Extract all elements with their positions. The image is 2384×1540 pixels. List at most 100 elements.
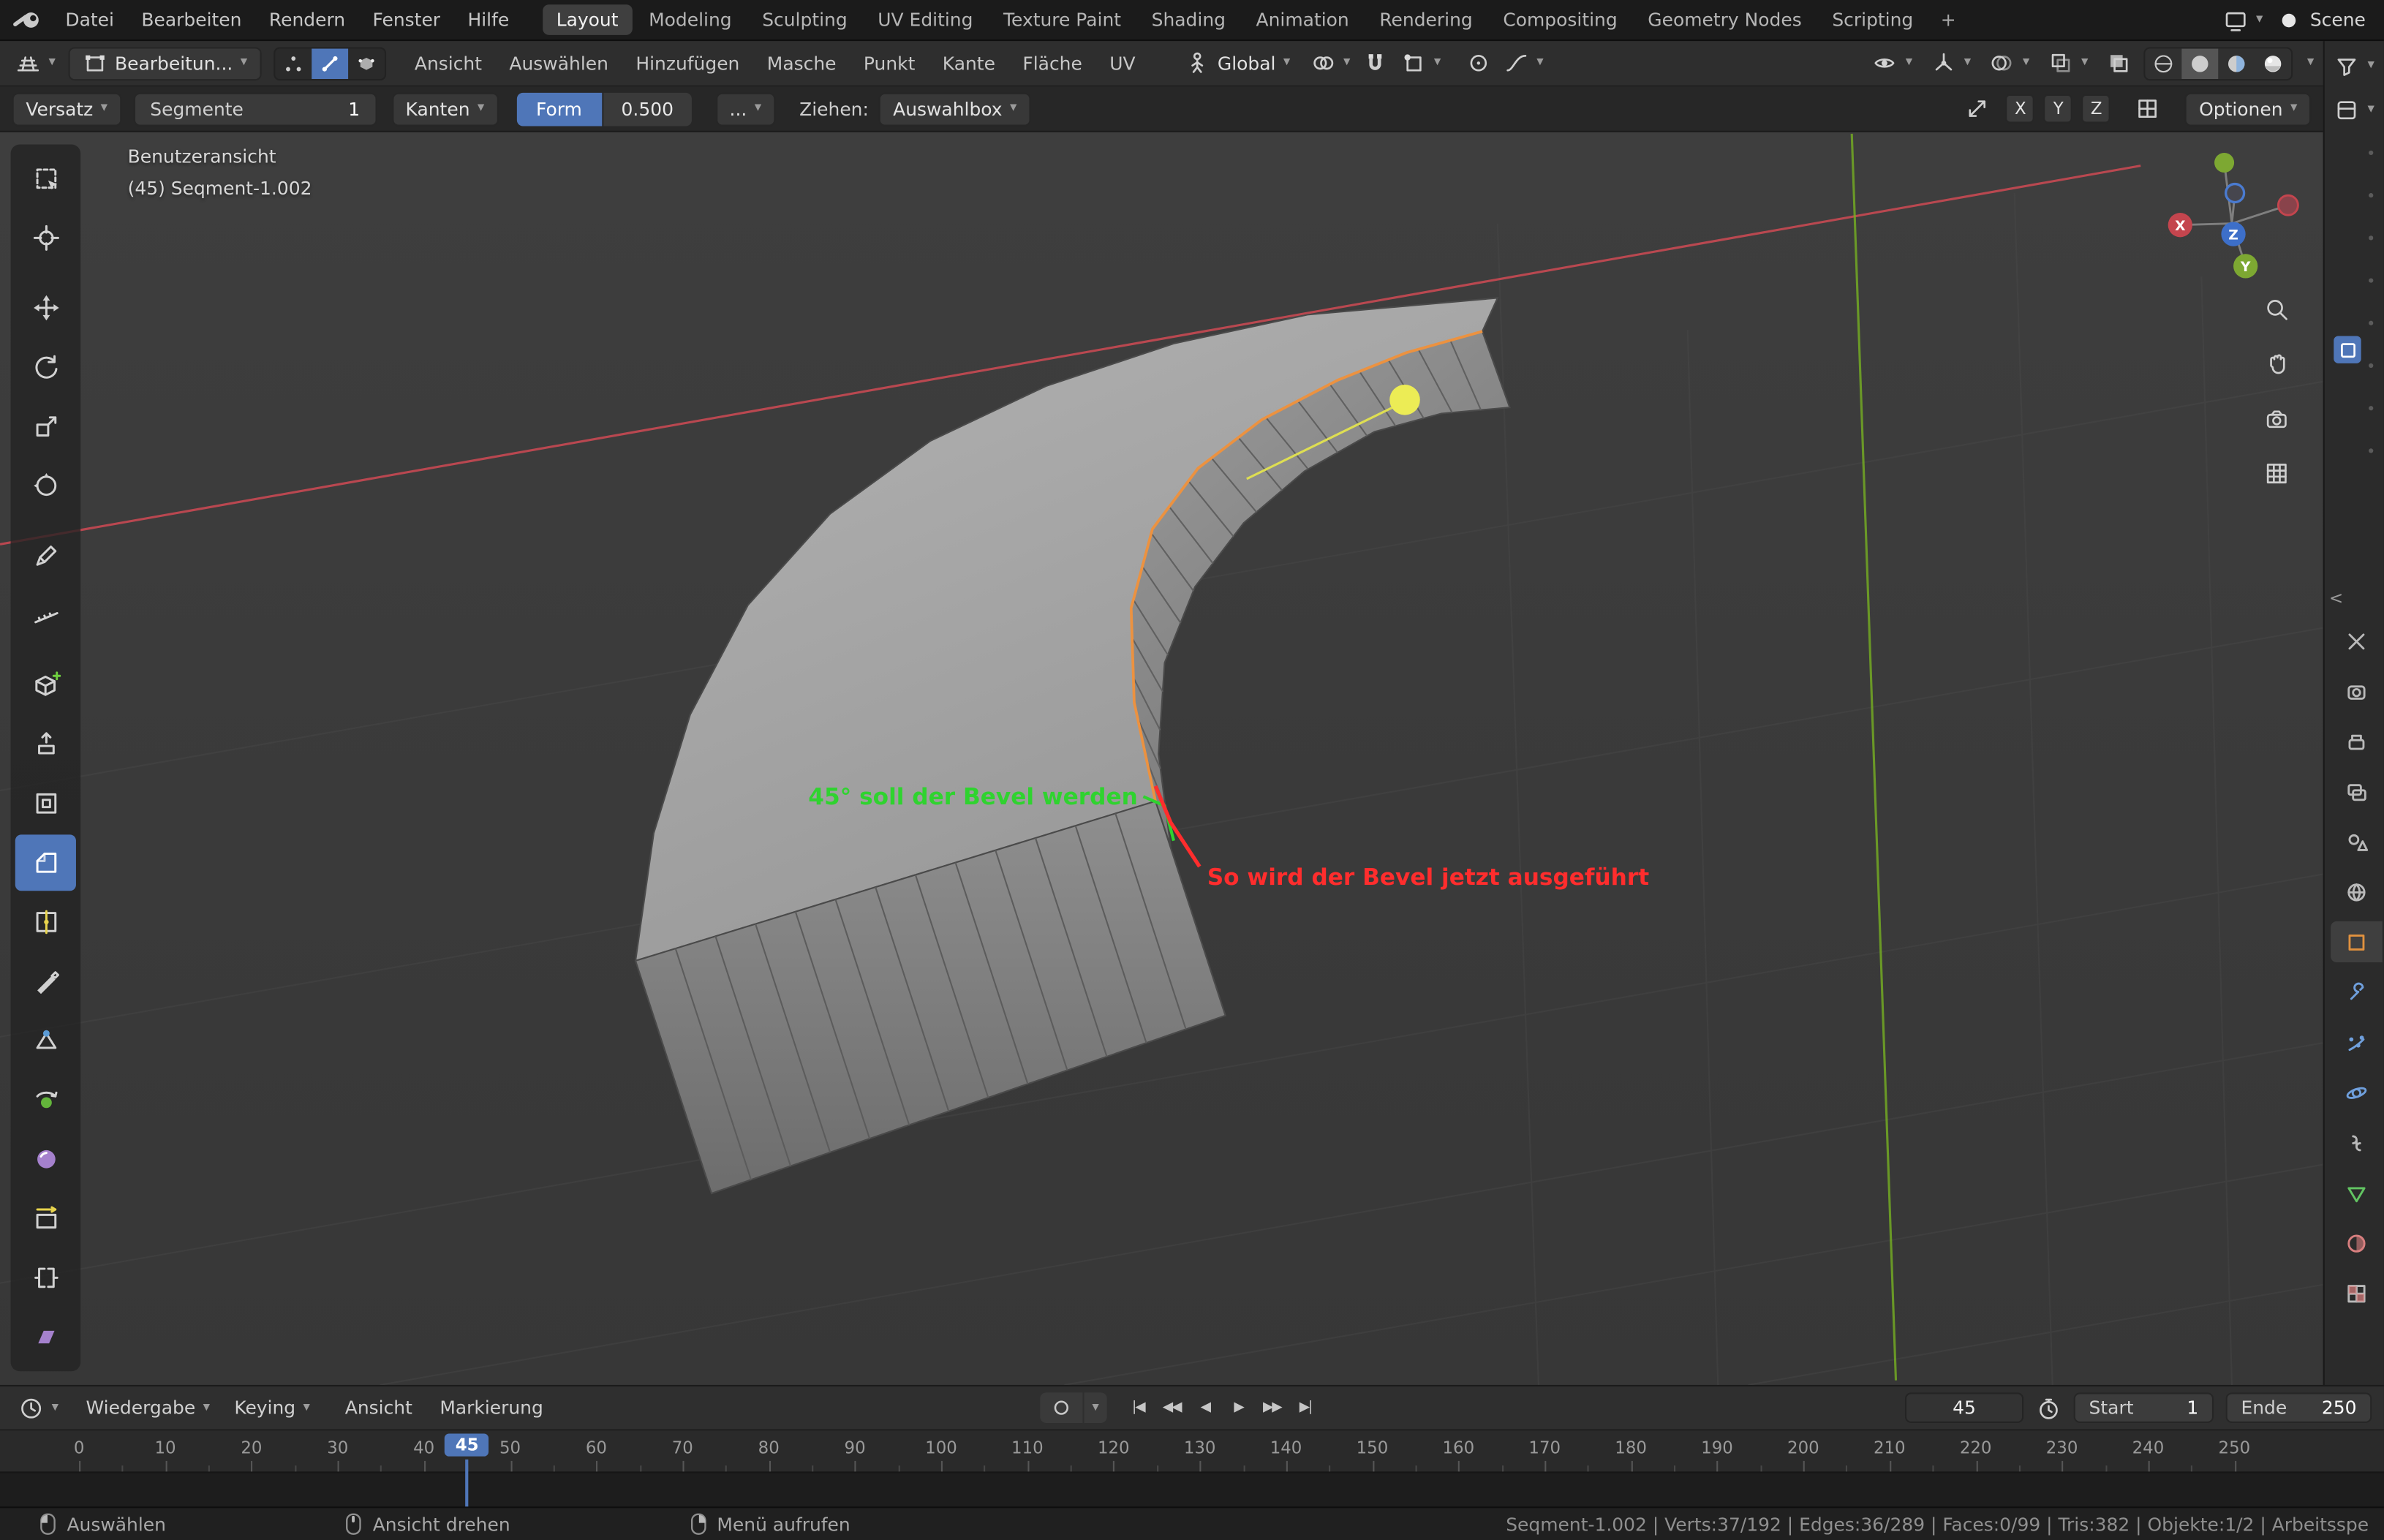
- edge-select-button[interactable]: [312, 48, 348, 78]
- workspace-tab-scripting[interactable]: Scripting: [1819, 4, 1927, 35]
- viewport-menu-hinzuf-gen[interactable]: Hinzufügen: [622, 50, 753, 77]
- offset-type-dropdown[interactable]: Versatz ▾: [12, 92, 121, 126]
- properties-tab-tool[interactable]: [2331, 620, 2383, 661]
- properties-tab-texture[interactable]: [2331, 1272, 2383, 1313]
- properties-tab-modifiers[interactable]: [2331, 971, 2383, 1012]
- scene-browse-button[interactable]: ▾: [2217, 3, 2269, 37]
- jump-to-start-button[interactable]: |◀: [1123, 1392, 1155, 1423]
- gizmo-x-neg-icon[interactable]: [2278, 195, 2298, 215]
- playhead-line[interactable]: [466, 1460, 469, 1506]
- tool-select-box[interactable]: [15, 151, 76, 207]
- material-shading-button[interactable]: [2219, 48, 2255, 78]
- overlays-button[interactable]: ▾: [1983, 46, 2036, 80]
- active-editor-icon[interactable]: [2334, 336, 2361, 363]
- camera-view-button[interactable]: [2256, 399, 2296, 438]
- new-scene-icon[interactable]: [2279, 10, 2299, 30]
- tool-bevel[interactable]: [15, 834, 76, 891]
- play-reverse-button[interactable]: ◀: [1189, 1392, 1221, 1423]
- frame-end-field[interactable]: Ende 250: [2226, 1392, 2372, 1423]
- mesh-object[interactable]: [635, 298, 1509, 1193]
- more-options-dropdown[interactable]: ... ▾: [716, 92, 775, 126]
- previous-keyframe-button[interactable]: ◀◀: [1155, 1392, 1188, 1423]
- rendered-shading-button[interactable]: [2255, 48, 2292, 78]
- tool-edge-slide[interactable]: [15, 1190, 76, 1247]
- tool-shear[interactable]: [15, 1309, 76, 1365]
- pivot-point-button[interactable]: ▾: [1304, 46, 1357, 80]
- tool-transform[interactable]: [15, 458, 76, 514]
- shape-toggle-button[interactable]: Form: [516, 92, 602, 126]
- options-dropdown[interactable]: Optionen ▾: [2185, 92, 2311, 126]
- snap-grid-icon[interactable]: [2129, 92, 2167, 126]
- rail-display-button[interactable]: ▾: [2325, 90, 2384, 129]
- tool-loop-cut[interactable]: [15, 894, 76, 950]
- workspace-tab-modeling[interactable]: Modeling: [635, 4, 745, 35]
- tool-annotate[interactable]: [15, 527, 76, 584]
- vertex-select-button[interactable]: [275, 48, 312, 78]
- face-select-button[interactable]: [347, 48, 384, 78]
- autokey-record-button[interactable]: [1040, 1392, 1082, 1423]
- blender-logo-icon[interactable]: [12, 9, 43, 30]
- properties-tab-object[interactable]: [2331, 921, 2383, 962]
- workspace-tab-shading[interactable]: Shading: [1138, 4, 1240, 35]
- current-frame-field[interactable]: 45: [1905, 1392, 2023, 1423]
- orientation-selector[interactable]: Global ▾: [1170, 46, 1304, 80]
- viewport-menu-kante[interactable]: Kante: [929, 50, 1009, 77]
- viewport-3d[interactable]: 45° soll der Bevel werden So wird der Be…: [0, 132, 2323, 1385]
- gizmo-y-neg-icon[interactable]: [2214, 153, 2234, 173]
- rail-filter-button[interactable]: ▾: [2325, 45, 2384, 85]
- viewport-menu-uv[interactable]: UV: [1096, 50, 1150, 77]
- frame-start-field[interactable]: Start 1: [2074, 1392, 2214, 1423]
- timeline-view-menu[interactable]: Ansicht: [331, 1394, 426, 1421]
- viewport-menu-fl-che[interactable]: Fläche: [1009, 50, 1096, 77]
- properties-tab-material[interactable]: [2331, 1223, 2383, 1264]
- tool-spin[interactable]: [15, 1072, 76, 1128]
- tool-rip-region[interactable]: [15, 1250, 76, 1306]
- viewport-menu-ausw-hlen[interactable]: Auswählen: [496, 50, 622, 77]
- snap-toggle-button[interactable]: [1357, 46, 1395, 80]
- scene-name[interactable]: Scene: [2310, 9, 2366, 30]
- zoom-button[interactable]: [2256, 289, 2296, 328]
- properties-tab-physics[interactable]: [2331, 1072, 2383, 1113]
- tool-inset-faces[interactable]: [15, 775, 76, 831]
- playback-menu[interactable]: Wiedergabe ▾: [80, 1391, 216, 1424]
- properties-tab-world[interactable]: [2331, 871, 2383, 912]
- gizmos-button[interactable]: ▾: [1925, 46, 1977, 80]
- properties-tab-constraints[interactable]: [2331, 1122, 2383, 1163]
- proportional-editing-button[interactable]: [1459, 46, 1497, 80]
- keying-menu[interactable]: Keying ▾: [228, 1391, 316, 1424]
- gizmo-z-axis[interactable]: Z: [2221, 222, 2245, 246]
- gizmo-x-axis[interactable]: X: [2168, 213, 2192, 237]
- workspace-tab-layout[interactable]: Layout: [543, 4, 632, 35]
- menu-rendern[interactable]: Rendern: [255, 6, 359, 33]
- workspace-tab-geometry-nodes[interactable]: Geometry Nodes: [1634, 4, 1816, 35]
- tool-knife[interactable]: [15, 954, 76, 1010]
- tool-rotate[interactable]: [15, 339, 76, 396]
- menu-hilfe[interactable]: Hilfe: [454, 6, 523, 33]
- menu-fenster[interactable]: Fenster: [359, 6, 454, 33]
- workspace-tab-texture-paint[interactable]: Texture Paint: [989, 4, 1134, 35]
- proportional-falloff-button[interactable]: ▾: [1497, 46, 1550, 80]
- workspace-tab-animation[interactable]: Animation: [1242, 4, 1363, 35]
- next-keyframe-button[interactable]: ▶▶: [1256, 1392, 1288, 1423]
- properties-tab-particles[interactable]: [2331, 1022, 2383, 1062]
- tool-poly-build[interactable]: [15, 1013, 76, 1069]
- segments-field[interactable]: Segmente 1: [133, 92, 377, 126]
- timeline-ruler[interactable]: 45 0102030405060708090100110120130140150…: [0, 1430, 2384, 1471]
- collapse-panel-button[interactable]: <: [2329, 589, 2343, 608]
- tool-move[interactable]: [15, 280, 76, 336]
- playhead-chip[interactable]: 45: [445, 1433, 489, 1456]
- axis-z-button[interactable]: Z: [2082, 94, 2111, 124]
- add-workspace-button[interactable]: +: [1928, 4, 1968, 35]
- properties-tab-output[interactable]: [2331, 720, 2383, 761]
- visibility-button[interactable]: ▾: [1866, 46, 1919, 80]
- drag-mode-dropdown[interactable]: Auswahlbox ▾: [879, 92, 1030, 126]
- tool-extrude-region[interactable]: [15, 716, 76, 772]
- shape-value-field[interactable]: 0.500: [603, 92, 692, 126]
- workspace-tab-uv-editing[interactable]: UV Editing: [864, 4, 987, 35]
- viewport-menu-punkt[interactable]: Punkt: [850, 50, 929, 77]
- viewport-menu-ansicht[interactable]: Ansicht: [401, 50, 496, 77]
- timeline-track-area[interactable]: [0, 1471, 2384, 1506]
- tool-scale[interactable]: [15, 399, 76, 455]
- gizmo-z-neg-icon[interactable]: [2226, 184, 2244, 203]
- ortho-toggle-button[interactable]: [2256, 453, 2296, 493]
